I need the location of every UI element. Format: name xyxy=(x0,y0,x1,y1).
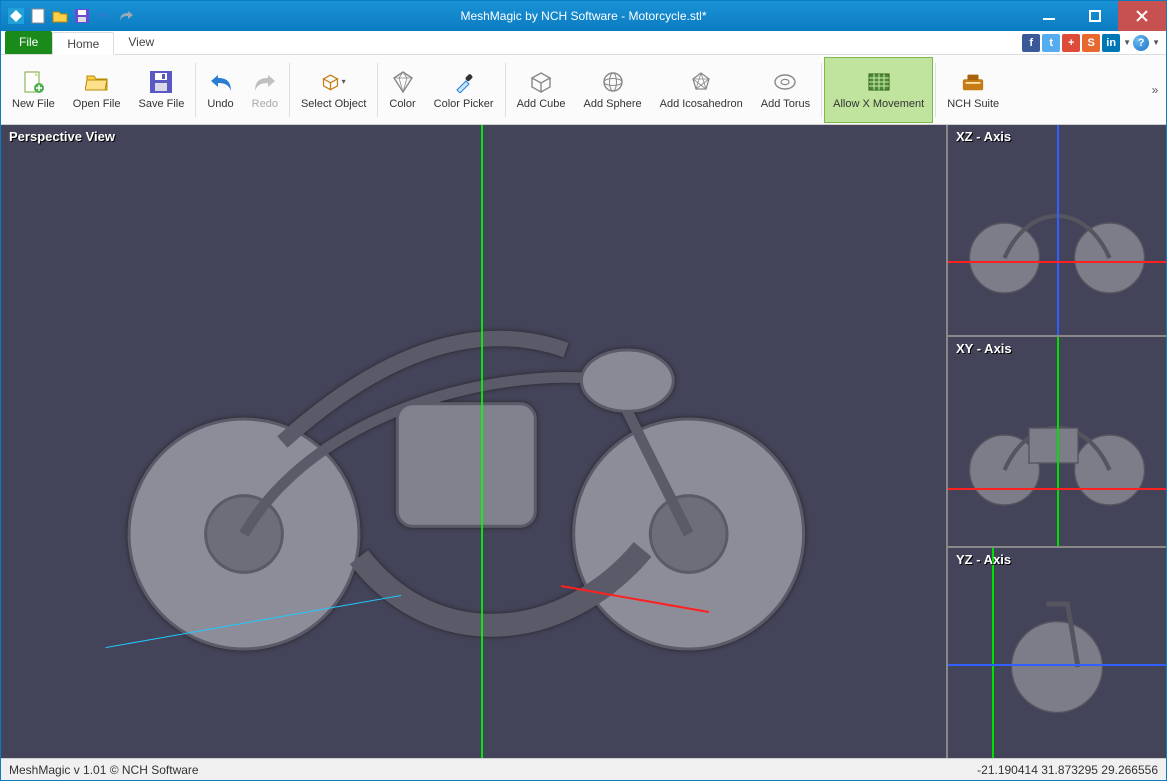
nch-suite-button[interactable]: NCH Suite xyxy=(938,57,1008,123)
title-bar: MeshMagic by NCH Software - Motorcycle.s… xyxy=(1,1,1166,31)
xz-view-label: XZ - Axis xyxy=(956,129,1011,144)
ribbon-separator xyxy=(935,63,936,117)
model-render-placeholder xyxy=(1,125,946,758)
xy-viewport[interactable]: XY - Axis xyxy=(948,337,1166,549)
undo-label: Undo xyxy=(207,98,233,110)
new-file-label: New File xyxy=(12,98,55,110)
redo-label: Redo xyxy=(252,98,278,110)
add-icosa-button[interactable]: Add Icosahedron xyxy=(651,57,752,123)
quick-access-toolbar xyxy=(1,5,137,27)
maximize-button[interactable] xyxy=(1072,1,1118,31)
ribbon-separator xyxy=(289,63,290,117)
new-file-button[interactable]: New File xyxy=(3,57,64,123)
yz-model-placeholder xyxy=(948,548,1166,758)
yz-viewport[interactable]: YZ - Axis xyxy=(948,548,1166,758)
ribbon-separator xyxy=(377,63,378,117)
disk-icon xyxy=(149,70,173,94)
social-linkedin-button[interactable]: in xyxy=(1102,34,1120,52)
qat-undo-button[interactable] xyxy=(93,5,115,27)
allow-x-button[interactable]: Allow X Movement xyxy=(824,57,933,123)
sphere-icon xyxy=(601,70,625,94)
add-torus-label: Add Torus xyxy=(761,98,810,110)
add-sphere-label: Add Sphere xyxy=(584,98,642,110)
ribbon-overflow-button[interactable]: » xyxy=(1146,57,1164,123)
minimize-button[interactable] xyxy=(1026,1,1072,31)
tab-view[interactable]: View xyxy=(114,31,168,54)
yz-axis-vertical xyxy=(992,548,994,758)
grid-icon xyxy=(867,70,891,94)
save-file-label: Save File xyxy=(139,98,185,110)
axis-y-line xyxy=(481,125,483,758)
tab-home[interactable]: Home xyxy=(52,32,114,55)
add-icosa-label: Add Icosahedron xyxy=(660,98,743,110)
select-object-button[interactable]: ▾ Select Object xyxy=(292,57,375,123)
social-twitter-button[interactable]: t xyxy=(1042,34,1060,52)
social-facebook-button[interactable]: f xyxy=(1022,34,1040,52)
color-button[interactable]: Color xyxy=(380,57,424,123)
yz-axis-horizontal xyxy=(948,664,1166,666)
undo-button[interactable]: Undo xyxy=(198,57,242,123)
color-label: Color xyxy=(389,98,415,110)
perspective-view-label: Perspective View xyxy=(9,129,115,144)
xy-view-label: XY - Axis xyxy=(956,341,1012,356)
xz-viewport[interactable]: XZ - Axis xyxy=(948,125,1166,337)
add-sphere-button[interactable]: Add Sphere xyxy=(575,57,651,123)
diamond-icon xyxy=(391,70,415,94)
select-object-label: Select Object xyxy=(301,98,366,110)
suite-icon xyxy=(961,70,985,94)
redo-icon xyxy=(253,70,277,94)
social-dropdown-icon[interactable]: ▼ xyxy=(1123,38,1131,47)
window-controls xyxy=(1026,1,1166,31)
ribbon-separator xyxy=(505,63,506,117)
add-cube-button[interactable]: Add Cube xyxy=(508,57,575,123)
window-title: MeshMagic by NCH Software - Motorcycle.s… xyxy=(1,9,1166,23)
ribbon-toolbar: New File Open File Save File Undo Redo ▾ Selec… xyxy=(1,55,1166,125)
status-bar: MeshMagic v 1.01 © NCH Software -21.1904… xyxy=(1,758,1166,780)
status-coordinates: -21.190414 31.873295 29.266556 xyxy=(977,763,1158,777)
social-stumble-button[interactable]: S xyxy=(1082,34,1100,52)
qat-open-button[interactable] xyxy=(49,5,71,27)
undo-icon xyxy=(209,70,233,94)
yz-view-label: YZ - Axis xyxy=(956,552,1011,567)
open-file-button[interactable]: Open File xyxy=(64,57,130,123)
social-google-plus-button[interactable]: + xyxy=(1062,34,1080,52)
ribbon-separator xyxy=(195,63,196,117)
torus-icon xyxy=(773,70,797,94)
redo-button: Redo xyxy=(243,57,287,123)
icosa-icon xyxy=(689,70,713,94)
qat-save-button[interactable] xyxy=(71,5,93,27)
save-file-button[interactable]: Save File xyxy=(130,57,194,123)
tab-file[interactable]: File xyxy=(5,31,52,54)
dropper-icon xyxy=(452,70,476,94)
xz-axis-horizontal xyxy=(948,261,1166,263)
status-version: MeshMagic v 1.01 © NCH Software xyxy=(9,763,199,777)
cube-sel-icon: ▾ xyxy=(322,70,346,94)
ribbon-tabs: File Home View ft+Sin▼ ? ▼ xyxy=(1,31,1166,55)
nch-suite-label: NCH Suite xyxy=(947,98,999,110)
qat-redo-button[interactable] xyxy=(115,5,137,27)
page-icon xyxy=(21,70,45,94)
help-icon[interactable]: ? xyxy=(1133,35,1149,51)
add-torus-button[interactable]: Add Torus xyxy=(752,57,819,123)
color-picker-button[interactable]: Color Picker xyxy=(425,57,503,123)
ribbon-separator xyxy=(821,63,822,117)
app-logo-icon xyxy=(5,5,27,27)
color-picker-label: Color Picker xyxy=(434,98,494,110)
xy-axis-vertical xyxy=(1057,337,1059,547)
allow-x-label: Allow X Movement xyxy=(833,98,924,110)
cube-icon xyxy=(529,70,553,94)
folder-icon xyxy=(85,70,109,94)
tab-right-tools: ft+Sin▼ ? ▼ xyxy=(1022,31,1166,54)
xz-axis-vertical xyxy=(1057,125,1059,335)
open-file-label: Open File xyxy=(73,98,121,110)
workspace: Perspective View XZ - Axis XY - Axis YZ xyxy=(1,125,1166,758)
help-dropdown-icon[interactable]: ▼ xyxy=(1152,38,1160,47)
perspective-viewport[interactable]: Perspective View xyxy=(1,125,948,758)
add-cube-label: Add Cube xyxy=(517,98,566,110)
qat-new-button[interactable] xyxy=(27,5,49,27)
xy-axis-horizontal xyxy=(948,488,1166,490)
side-viewports: XZ - Axis XY - Axis YZ - Axis xyxy=(948,125,1166,758)
close-button[interactable] xyxy=(1118,1,1166,31)
